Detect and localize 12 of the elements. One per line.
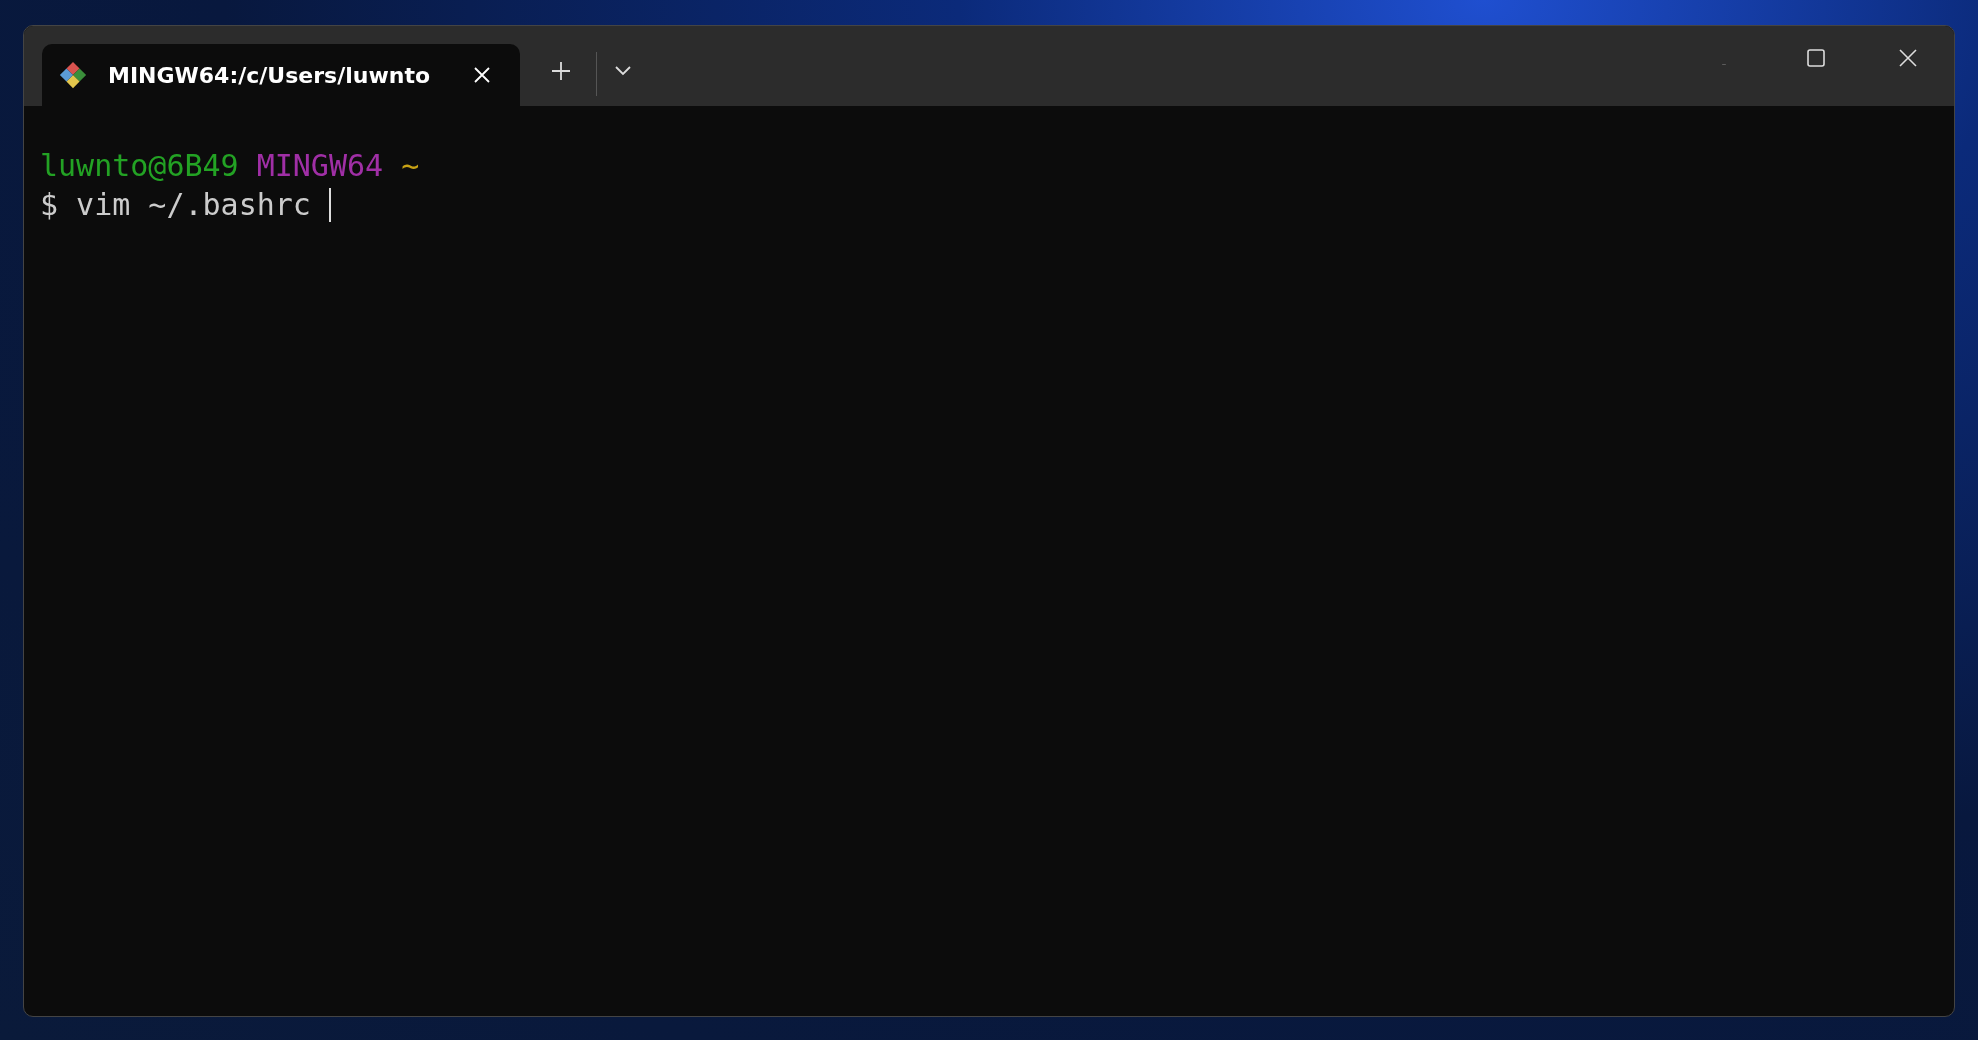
diamond-icon	[58, 60, 88, 90]
close-icon[interactable]	[472, 65, 492, 85]
maximize-icon[interactable]	[1806, 48, 1826, 68]
terminal-text: luwnto@6B49	[40, 147, 239, 185]
terminal-tab[interactable]: MINGW64:/c/Users/luwnto	[42, 44, 520, 106]
chevron-down-icon[interactable]	[615, 66, 631, 76]
terminal-text: ~	[401, 147, 420, 185]
plus-icon[interactable]	[550, 60, 572, 82]
tab-title: MINGW64:/c/Users/luwnto	[108, 62, 432, 88]
terminal-text: $ vim ~/.bashrc	[40, 186, 311, 224]
close-icon[interactable]	[1898, 48, 1918, 68]
terminal-text: MINGW64	[256, 147, 384, 185]
